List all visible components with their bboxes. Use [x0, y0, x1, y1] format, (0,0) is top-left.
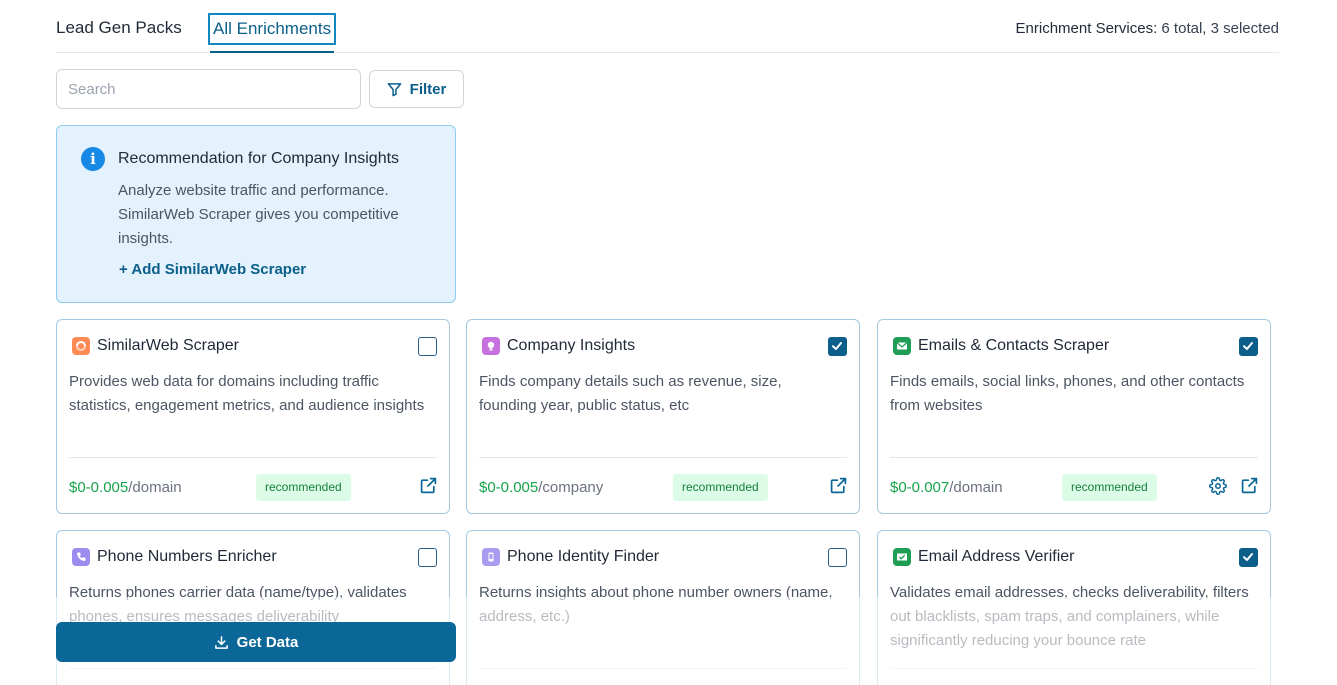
recommendation-title: Recommendation for Company Insights [118, 150, 399, 168]
service-name: Company Insights [507, 337, 636, 354]
search-input[interactable] [56, 69, 361, 109]
download-icon [214, 635, 228, 649]
info-icon: i [81, 147, 105, 171]
recommended-badge: recommended [673, 474, 768, 501]
similarweb-icon [72, 337, 90, 355]
price-amount: $0-0.005 [69, 479, 129, 496]
service-description: Finds emails, social links, phones, and … [890, 373, 1245, 414]
service-card-emails-contacts[interactable]: Emails & Contacts Scraper Finds emails, … [877, 319, 1271, 514]
external-link-icon[interactable] [420, 477, 437, 494]
tab-all-enrichments-label: All Enrichments [213, 19, 332, 38]
service-price: $0-0.005/domain [69, 479, 182, 496]
card-divider [69, 457, 437, 458]
price-unit: /domain [128, 479, 182, 496]
add-similarweb-button[interactable]: + Add SimilarWeb Scraper [119, 261, 306, 278]
recommendation-description: Analyze website traffic and performance.… [118, 182, 399, 247]
card-divider [890, 457, 1258, 458]
get-data-label: Get Data [236, 633, 299, 651]
recommendation-panel: i Recommendation for Company Insights An… [56, 125, 456, 303]
select-checkbox[interactable] [418, 548, 437, 567]
service-description: Finds company details such as revenue, s… [479, 373, 782, 414]
select-checkbox[interactable] [828, 337, 847, 356]
service-description: Provides web data for domains including … [69, 373, 425, 414]
service-price: $0-0.005/company [479, 479, 603, 496]
email-verify-icon [893, 548, 911, 566]
phone-icon [72, 548, 90, 566]
service-name: Email Address Verifier [918, 548, 1075, 565]
service-card-similarweb[interactable]: SimilarWeb Scraper Provides web data for… [56, 319, 450, 514]
price-amount: $0-0.007 [890, 479, 950, 496]
service-name: Phone Numbers Enricher [97, 548, 277, 565]
service-price: $0-0.007/domain [890, 479, 1003, 496]
enrichment-summary: Enrichment Services: 6 total, 3 selected [1016, 20, 1279, 37]
filter-label: Filter [409, 80, 447, 98]
select-checkbox[interactable] [1239, 337, 1258, 356]
external-link-icon[interactable] [1241, 477, 1258, 494]
select-checkbox[interactable] [828, 548, 847, 567]
envelope-icon [893, 337, 911, 355]
service-card-company-insights[interactable]: Company Insights Finds company details s… [466, 319, 860, 514]
gear-icon[interactable] [1209, 477, 1227, 495]
service-name: SimilarWeb Scraper [97, 337, 239, 354]
service-name: Emails & Contacts Scraper [918, 337, 1110, 354]
tab-all-enrichments[interactable]: All Enrichments [208, 13, 337, 53]
summary-label: Enrichment Services: [1015, 20, 1158, 37]
price-unit: /company [538, 479, 604, 496]
card-divider [479, 457, 847, 458]
checkmark-icon [1243, 553, 1253, 561]
recommendation-title-target: Company Insights [270, 150, 400, 167]
filter-button[interactable]: Filter [369, 70, 464, 108]
top-bar: Lead Gen Packs All Enrichments Enrichmen… [56, 0, 1279, 53]
recommendation-title-prefix: Recommendation for [118, 150, 267, 167]
mobile-icon [482, 548, 500, 566]
summary-value: 6 total, 3 selected [1161, 20, 1279, 37]
checkmark-icon [832, 342, 842, 350]
filter-icon [387, 82, 401, 96]
external-link-icon[interactable] [830, 477, 847, 494]
price-amount: $0-0.005 [479, 479, 539, 496]
tab-lead-gen-packs[interactable]: Lead Gen Packs [56, 18, 182, 38]
get-data-button[interactable]: Get Data [56, 622, 456, 662]
recommended-badge: recommended [1062, 474, 1157, 501]
select-checkbox[interactable] [418, 337, 437, 356]
active-tab-underline [210, 51, 335, 53]
lightbulb-icon [482, 337, 500, 355]
recommended-badge: recommended [256, 474, 351, 501]
price-unit: /domain [949, 479, 1003, 496]
service-name: Phone Identity Finder [507, 548, 660, 565]
checkmark-icon [1243, 342, 1253, 350]
select-checkbox[interactable] [1239, 548, 1258, 567]
